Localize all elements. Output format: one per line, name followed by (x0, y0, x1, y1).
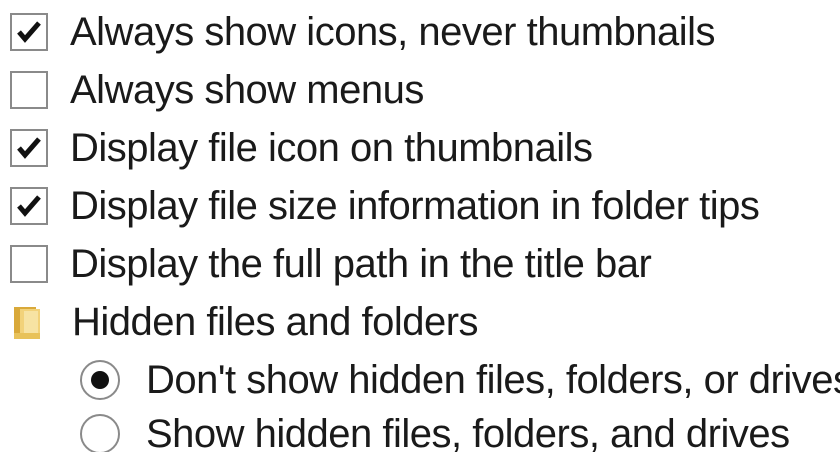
always-show-menus-checkbox[interactable] (10, 71, 48, 109)
show-hidden-radio[interactable] (80, 414, 120, 452)
always-show-icons-checkbox[interactable] (10, 13, 48, 51)
folder-icon (14, 307, 40, 339)
option-label: Don't show hidden files, folders, or dri… (146, 358, 840, 402)
option-always-show-menus[interactable]: Always show menus (0, 62, 424, 118)
checkmark-icon (17, 137, 41, 159)
option-label: Display file size information in folder … (70, 184, 760, 228)
hidden-files-group: Hidden files and folders (0, 294, 479, 350)
option-show-hidden[interactable]: Show hidden files, folders, and drives (0, 406, 790, 452)
dont-show-hidden-radio[interactable] (80, 360, 120, 400)
option-display-full-path[interactable]: Display the full path in the title bar (0, 236, 652, 292)
option-label: Display file icon on thumbnails (70, 126, 593, 170)
option-label: Always show icons, never thumbnails (70, 10, 716, 54)
option-label: Always show menus (70, 68, 424, 112)
display-full-path-checkbox[interactable] (10, 245, 48, 283)
option-display-file-size[interactable]: Display file size information in folder … (0, 178, 760, 234)
option-display-file-icon[interactable]: Display file icon on thumbnails (0, 120, 593, 176)
radio-dot-icon (91, 371, 109, 389)
option-dont-show-hidden[interactable]: Don't show hidden files, folders, or dri… (0, 352, 840, 408)
option-label: Show hidden files, folders, and drives (146, 412, 790, 452)
option-always-show-icons[interactable]: Always show icons, never thumbnails (0, 4, 716, 60)
checkmark-icon (17, 21, 41, 43)
hidden-files-group-label: Hidden files and folders (72, 300, 479, 344)
checkmark-icon (17, 195, 41, 217)
advanced-settings-list: Always show icons, never thumbnails Alwa… (0, 0, 840, 452)
display-file-size-checkbox[interactable] (10, 187, 48, 225)
option-label: Display the full path in the title bar (70, 242, 652, 286)
display-file-icon-checkbox[interactable] (10, 129, 48, 167)
